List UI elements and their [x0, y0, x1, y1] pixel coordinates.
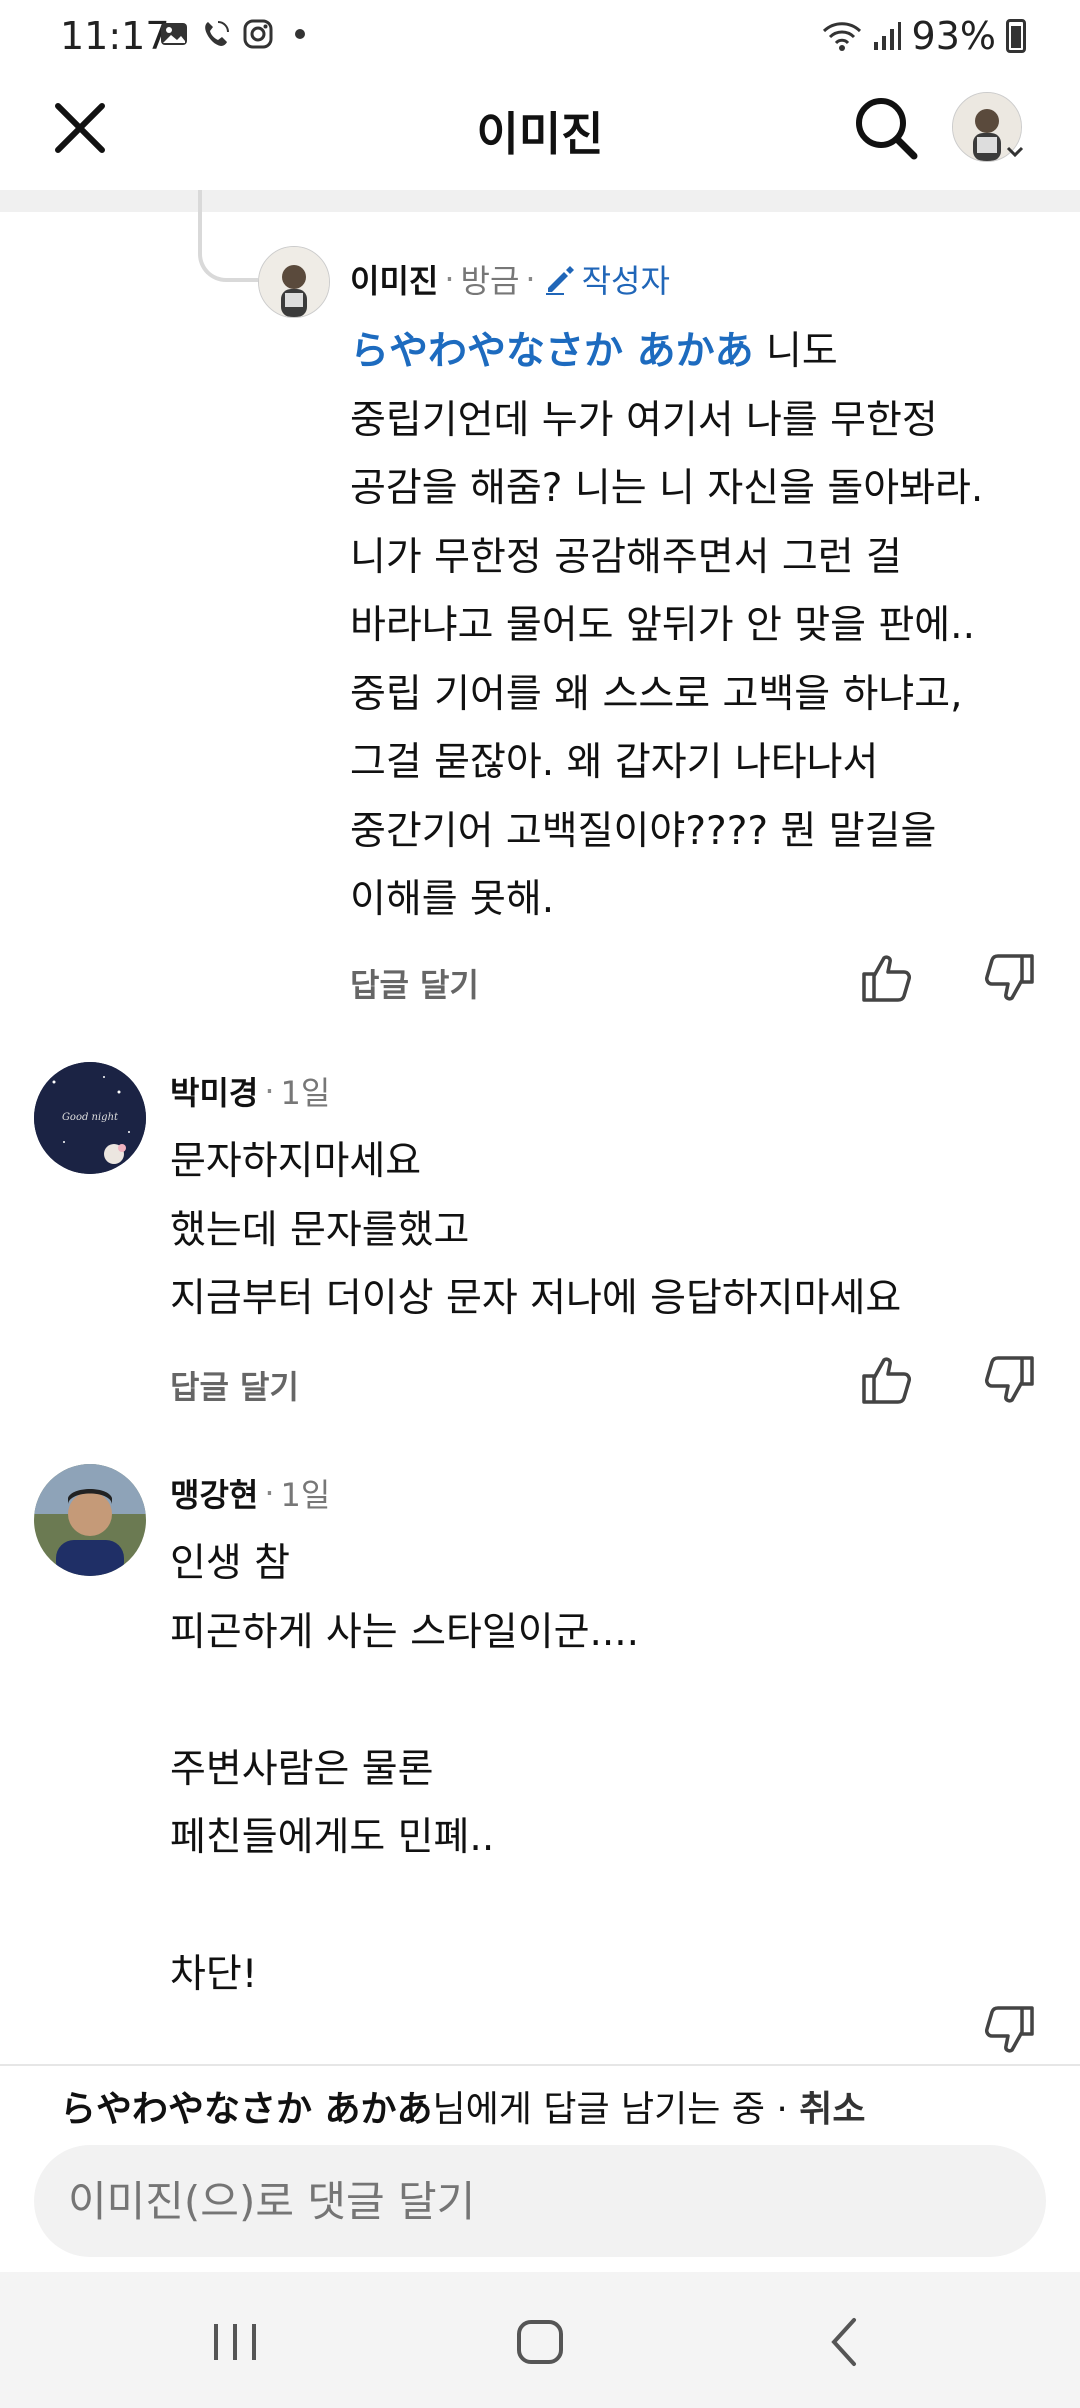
avatar-caption: Good night — [61, 1112, 119, 1123]
thumbs-down-icon — [985, 954, 1034, 1001]
thumbs-down-icon — [985, 2006, 1034, 2053]
search-icon — [856, 98, 918, 160]
status-time: 11:17 — [60, 14, 170, 58]
home-icon[interactable] — [505, 2310, 575, 2374]
status-icons-left — [158, 18, 316, 50]
reply-target-suffix: 님에게 답글 남기는 중 · — [432, 2089, 800, 2130]
comment-line: 중립기언데 누가 여기서 나를 무한정 — [350, 397, 938, 443]
comment-line: 니도 — [753, 329, 838, 374]
comment-author[interactable]: 박미경 — [170, 1068, 258, 1114]
pencil-icon — [545, 266, 574, 295]
comment-body: らやわやなさか あかあ 니도 중립기언데 누가 여기서 나를 무한정 공감을 해… — [350, 318, 1050, 935]
comment-input[interactable] — [34, 2145, 1046, 2257]
comment-body: 문자하지마세요 했는데 문자를했고 지금부터 더이상 문자 저나에 응답하지마세… — [170, 1139, 902, 1321]
dislike-button[interactable] — [980, 2000, 1040, 2060]
recent-apps-icon[interactable] — [200, 2312, 270, 2372]
reply-target-name: らやわやなさか あかあ — [60, 2089, 433, 2130]
instagram-icon — [243, 19, 273, 49]
battery-icon — [1006, 19, 1026, 53]
thumbs-up-icon — [862, 955, 911, 1002]
comment-time: 방금 — [460, 262, 520, 300]
section-divider — [0, 190, 1080, 212]
meta-separator: · — [264, 1072, 275, 1110]
comment-line: 공감을 해줌? 니는 니 자신을 돌아봐라. — [350, 466, 984, 511]
search-button[interactable] — [850, 92, 922, 164]
comment-body: 인생 참 피곤하게 사는 스타일이군.... 주변사람은 물론 페친들에게도 민… — [170, 1541, 640, 1997]
meta-separator: · — [264, 1474, 275, 1512]
thumbs-up-icon — [862, 1357, 911, 1404]
status-right: 93% — [822, 14, 1026, 58]
comment-time: 1일 — [280, 1476, 331, 1514]
thread-line — [198, 190, 258, 282]
compose-divider — [0, 2064, 1080, 2066]
reply-button[interactable]: 답글 달기 — [350, 960, 479, 1006]
gallery-icon — [161, 23, 187, 45]
mention-link[interactable]: らやわやなさか あかあ — [350, 329, 754, 374]
avatar[interactable] — [258, 246, 330, 318]
signal-icon — [873, 22, 901, 50]
dot-icon — [295, 29, 305, 39]
comment-line: 그걸 묻잖아. 왜 갑자기 나타나서 — [350, 740, 879, 785]
chevron-down-icon — [1006, 146, 1024, 158]
wifi-call-icon — [205, 21, 229, 46]
comment-author[interactable]: 이미진 — [350, 256, 438, 302]
comment-line: 중립 기어를 왜 스스로 고백을 하냐고, — [350, 671, 963, 717]
battery-percent: 93% — [911, 14, 996, 58]
comment-author[interactable]: 맹강현 — [170, 1470, 258, 1516]
profile-menu-button[interactable] — [952, 92, 1032, 172]
author-badge: 작성자 — [542, 256, 670, 302]
meta-separator: · — [525, 260, 536, 298]
author-badge-label: 작성자 — [581, 262, 670, 300]
comment-meta: 박미경 · 1일 — [170, 1068, 330, 1114]
dislike-button[interactable] — [980, 948, 1040, 1008]
cancel-reply-button[interactable]: 취소 — [799, 2089, 865, 2130]
comment-line: 이해를 못해. — [350, 877, 555, 922]
avatar[interactable]: Good night — [34, 1062, 146, 1174]
comment-line: 니가 무한정 공감해주면서 그런 걸 — [350, 534, 902, 580]
avatar[interactable] — [34, 1464, 146, 1576]
reply-target-banner: らやわやなさか あかあ님에게 답글 남기는 중 · 취소 — [60, 2080, 866, 2132]
meta-separator: · — [444, 260, 455, 298]
comment-line: 중간기어 고백질이야???? 뭔 말길을 — [350, 808, 937, 854]
like-button[interactable] — [856, 948, 916, 1008]
comment-time: 1일 — [280, 1074, 331, 1112]
comment-line: 바라냐고 물어도 앞뒤가 안 맞을 판에.. — [350, 603, 975, 648]
like-button[interactable] — [856, 1350, 916, 1410]
back-icon[interactable] — [810, 2310, 880, 2374]
dislike-button[interactable] — [980, 1350, 1040, 1410]
wifi-icon — [822, 22, 861, 51]
comment-meta: 이미진 · 방금 · 작성자 — [350, 256, 670, 302]
thumbs-down-icon — [985, 1356, 1034, 1403]
reply-button[interactable]: 답글 달기 — [170, 1362, 299, 1408]
system-nav-bar — [0, 2272, 1080, 2408]
comment-meta: 맹강현 · 1일 — [170, 1470, 330, 1516]
